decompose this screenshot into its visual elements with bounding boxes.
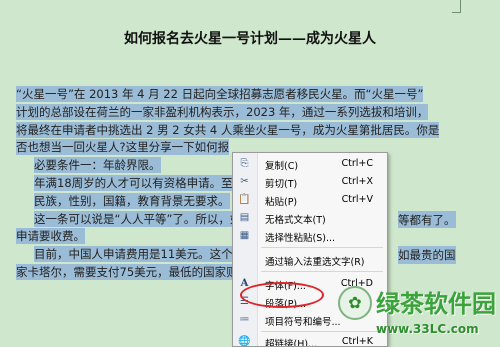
menu-separator — [261, 271, 383, 272]
watermark-text: 绿茶软件园 — [376, 289, 496, 318]
document-title: 如何报名去火星一号计划——成为火星人 — [124, 31, 376, 47]
scissors-icon: ✂ — [240, 176, 249, 187]
watermark: ✿ 绿茶软件园 www.33LC.com — [338, 282, 500, 345]
paste-icon: 📋 — [238, 194, 251, 205]
copy-icon: ⎘ — [240, 158, 249, 169]
highlight-circle — [240, 282, 324, 308]
watermark-logo-icon: ✿ — [338, 286, 372, 320]
text-line: “火星一号”在 2013 年 4 月 22 日起向全球招募志愿者移民火星。而“火… — [16, 86, 424, 102]
page-corner-mark — [452, 0, 461, 13]
text-line: 计划的总部设在荷兰的一家非盈利机构表示，2023 年，通过一系列选拔和培训， — [16, 103, 429, 120]
menu-separator — [261, 247, 383, 248]
document-page[interactable]: 如何报名去火星一号计划——成为火星人 “火星一号”在 2013 年 4 月 22… — [0, 0, 500, 347]
menu-item-reconvert[interactable]: 通过输入法重选文字(R) — [233, 251, 387, 269]
text-line-tail: 等都有了。 — [398, 210, 456, 229]
paste-text-icon: ▤ — [239, 212, 250, 223]
menu-item-paste-plain[interactable]: ▤ 无格式文本(T) — [233, 209, 387, 227]
text-line-tail: 如最贵的国 — [398, 246, 456, 264]
menu-item-cut[interactable]: ✂ 剪切(T) Ctrl+X — [233, 173, 387, 191]
text-line: 将最终在申请者中挑选出 2 男 2 女共 4 人乘坐火星一号，成为火星第批居民。… — [16, 121, 440, 138]
list-icon: ≔ — [239, 314, 250, 325]
menu-item-paste[interactable]: 📋 粘贴(P) Ctrl+V — [233, 191, 387, 209]
hyperlink-icon: 🌐 — [238, 336, 251, 347]
menu-item-copy[interactable]: ⎘ 复制(C) Ctrl+C — [233, 155, 387, 173]
watermark-url: www.33LC.com — [376, 322, 479, 336]
paste-special-icon: ▦ — [239, 230, 250, 241]
menu-item-paste-special[interactable]: ▦ 选择性粘贴(S)... — [233, 227, 387, 245]
